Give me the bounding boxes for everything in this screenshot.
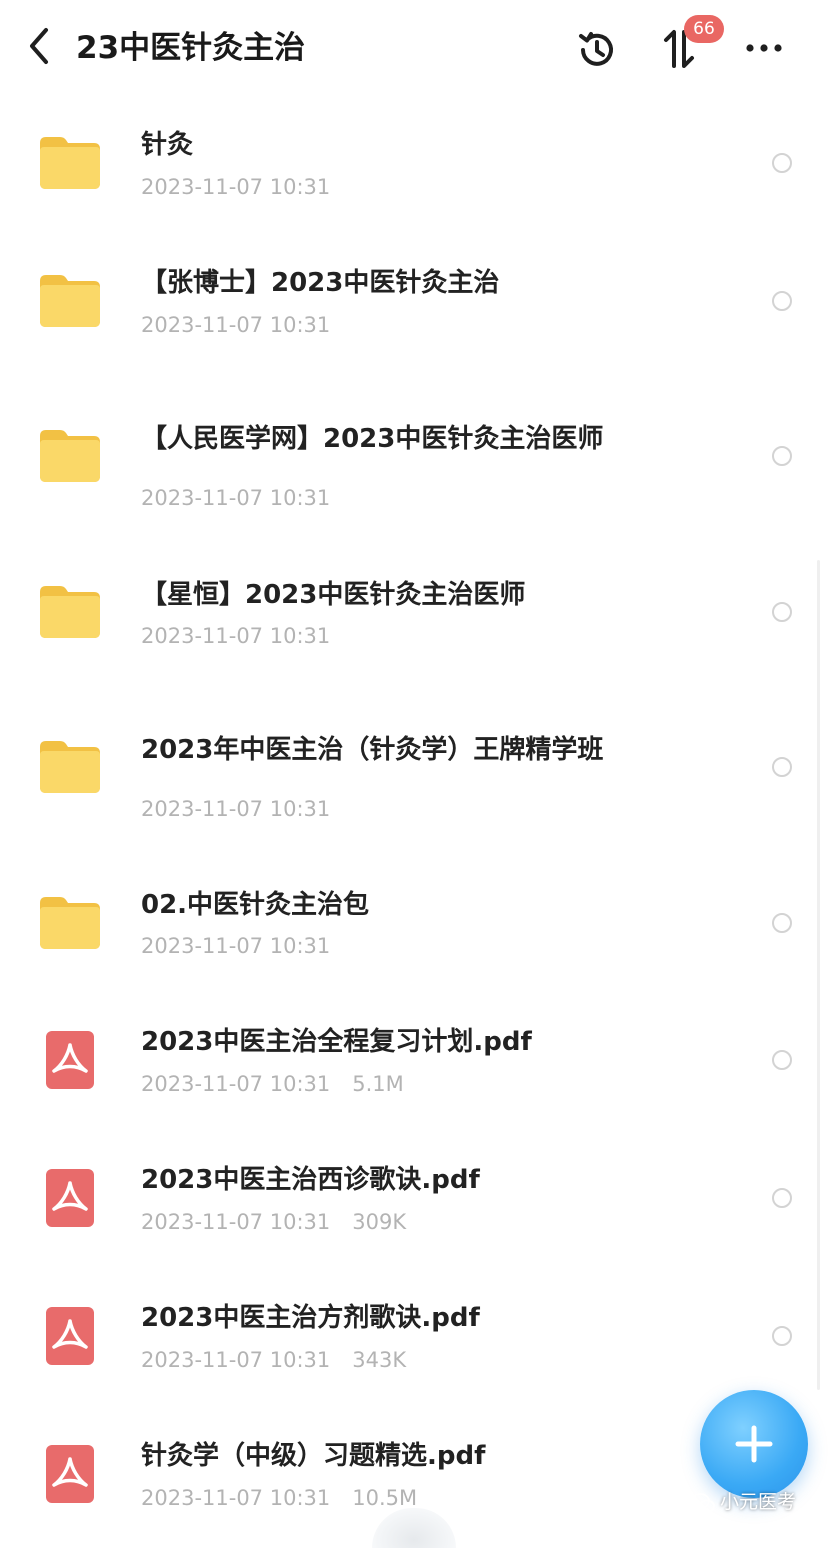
select-radio[interactable]	[772, 1326, 792, 1346]
scrollbar[interactable]	[817, 560, 820, 1390]
file-date: 2023-11-07 10:31	[141, 486, 331, 510]
file-meta: 2023-11-07 10:31	[141, 621, 330, 651]
folder-icon	[38, 893, 102, 951]
file-item[interactable]: 2023年中医主治（针灸学）王牌精学班 2023-11-07 10:31	[0, 703, 828, 841]
file-name: 【人民医学网】2023中医针灸主治医师	[141, 424, 604, 454]
file-date: 2023-11-07 10:31	[141, 624, 331, 648]
watermark: 小元医考	[690, 1487, 796, 1517]
file-date: 2023-11-07 10:31	[141, 797, 331, 821]
notification-badge: 66	[684, 15, 724, 43]
add-button[interactable]	[700, 1390, 808, 1498]
file-date: 2023-11-07 10:31	[141, 1486, 331, 1510]
file-name: 02.中医针灸主治包	[141, 890, 370, 920]
file-name: 2023中医主治西诊歌诀.pdf	[141, 1165, 480, 1195]
folder-icon	[38, 426, 102, 484]
more-dots-icon	[746, 44, 782, 52]
history-button[interactable]	[574, 27, 620, 73]
file-name: 2023中医主治方剂歌诀.pdf	[141, 1303, 480, 1333]
file-date: 2023-11-07 10:31	[141, 313, 331, 337]
wechat-icon	[690, 1492, 715, 1512]
folder-icon	[38, 737, 102, 795]
back-button[interactable]	[26, 26, 56, 66]
pdf-icon	[38, 1031, 102, 1091]
chevron-left-icon	[30, 28, 48, 64]
file-meta: 2023-11-07 10:31	[141, 310, 330, 340]
select-radio[interactable]	[772, 1188, 792, 1208]
select-radio[interactable]	[772, 291, 792, 311]
file-name: 针灸	[141, 130, 194, 160]
folder-icon	[38, 582, 102, 640]
file-size: 10.5M	[352, 1486, 418, 1510]
file-meta: 2023-11-07 10:31	[141, 483, 330, 513]
pdf-icon	[38, 1445, 102, 1505]
page-title: 23中医针灸主治	[76, 30, 306, 66]
file-item[interactable]: 【人民医学网】2023中医针灸主治医师 2023-11-07 10:31	[0, 392, 828, 530]
file-item[interactable]: 2023中医主治西诊歌诀.pdf 2023-11-07 10:31 309K	[0, 1135, 828, 1273]
watermark-text: 小元医考	[720, 1491, 797, 1513]
file-size: 5.1M	[352, 1072, 404, 1096]
file-date: 2023-11-07 10:31	[141, 1210, 331, 1234]
file-item[interactable]: 【张博士】2023中医针灸主治 2023-11-07 10:31	[0, 238, 828, 376]
file-meta: 2023-11-07 10:31 5.1M	[141, 1069, 404, 1099]
select-radio[interactable]	[772, 913, 792, 933]
file-meta: 2023-11-07 10:31 309K	[141, 1207, 406, 1237]
file-name: 针灸学（中级）习题精选.pdf	[141, 1441, 486, 1471]
folder-icon	[38, 271, 102, 329]
file-item[interactable]: 02.中医针灸主治包 2023-11-07 10:31	[0, 859, 828, 997]
file-name: 2023中医主治全程复习计划.pdf	[141, 1027, 532, 1057]
file-date: 2023-11-07 10:31	[141, 175, 331, 199]
select-radio[interactable]	[772, 446, 792, 466]
file-item[interactable]: 2023中医主治方剂歌诀.pdf 2023-11-07 10:31 343K	[0, 1273, 828, 1411]
file-item[interactable]: 【星恒】2023中医针灸主治医师 2023-11-07 10:31	[0, 548, 828, 686]
file-item[interactable]: 2023中医主治全程复习计划.pdf 2023-11-07 10:31 5.1M	[0, 997, 828, 1135]
plus-icon	[735, 1425, 773, 1463]
select-radio[interactable]	[772, 153, 792, 173]
file-name: 2023年中医主治（针灸学）王牌精学班	[141, 735, 604, 765]
pdf-icon	[38, 1169, 102, 1229]
file-item[interactable]: 针灸 2023-11-07 10:31	[0, 100, 828, 238]
pdf-icon	[38, 1307, 102, 1367]
file-meta: 2023-11-07 10:31	[141, 794, 330, 824]
file-size: 309K	[352, 1210, 407, 1234]
file-meta: 2023-11-07 10:31	[141, 172, 330, 202]
file-name: 【张博士】2023中医针灸主治	[141, 268, 500, 298]
select-radio[interactable]	[772, 1050, 792, 1070]
file-date: 2023-11-07 10:31	[141, 1348, 331, 1372]
file-meta: 2023-11-07 10:31 10.5M	[141, 1483, 417, 1513]
top-bar: 23中医针灸主治 66	[0, 0, 828, 100]
file-date: 2023-11-07 10:31	[141, 1072, 331, 1096]
file-name: 【星恒】2023中医针灸主治医师	[141, 580, 526, 610]
file-size: 343K	[352, 1348, 407, 1372]
select-radio[interactable]	[772, 757, 792, 777]
history-clock-icon	[579, 32, 613, 66]
file-date: 2023-11-07 10:31	[141, 934, 331, 958]
folder-icon	[38, 133, 102, 191]
more-button[interactable]	[742, 30, 786, 66]
select-radio[interactable]	[772, 602, 792, 622]
file-meta: 2023-11-07 10:31	[141, 931, 330, 961]
file-meta: 2023-11-07 10:31 343K	[141, 1345, 406, 1375]
